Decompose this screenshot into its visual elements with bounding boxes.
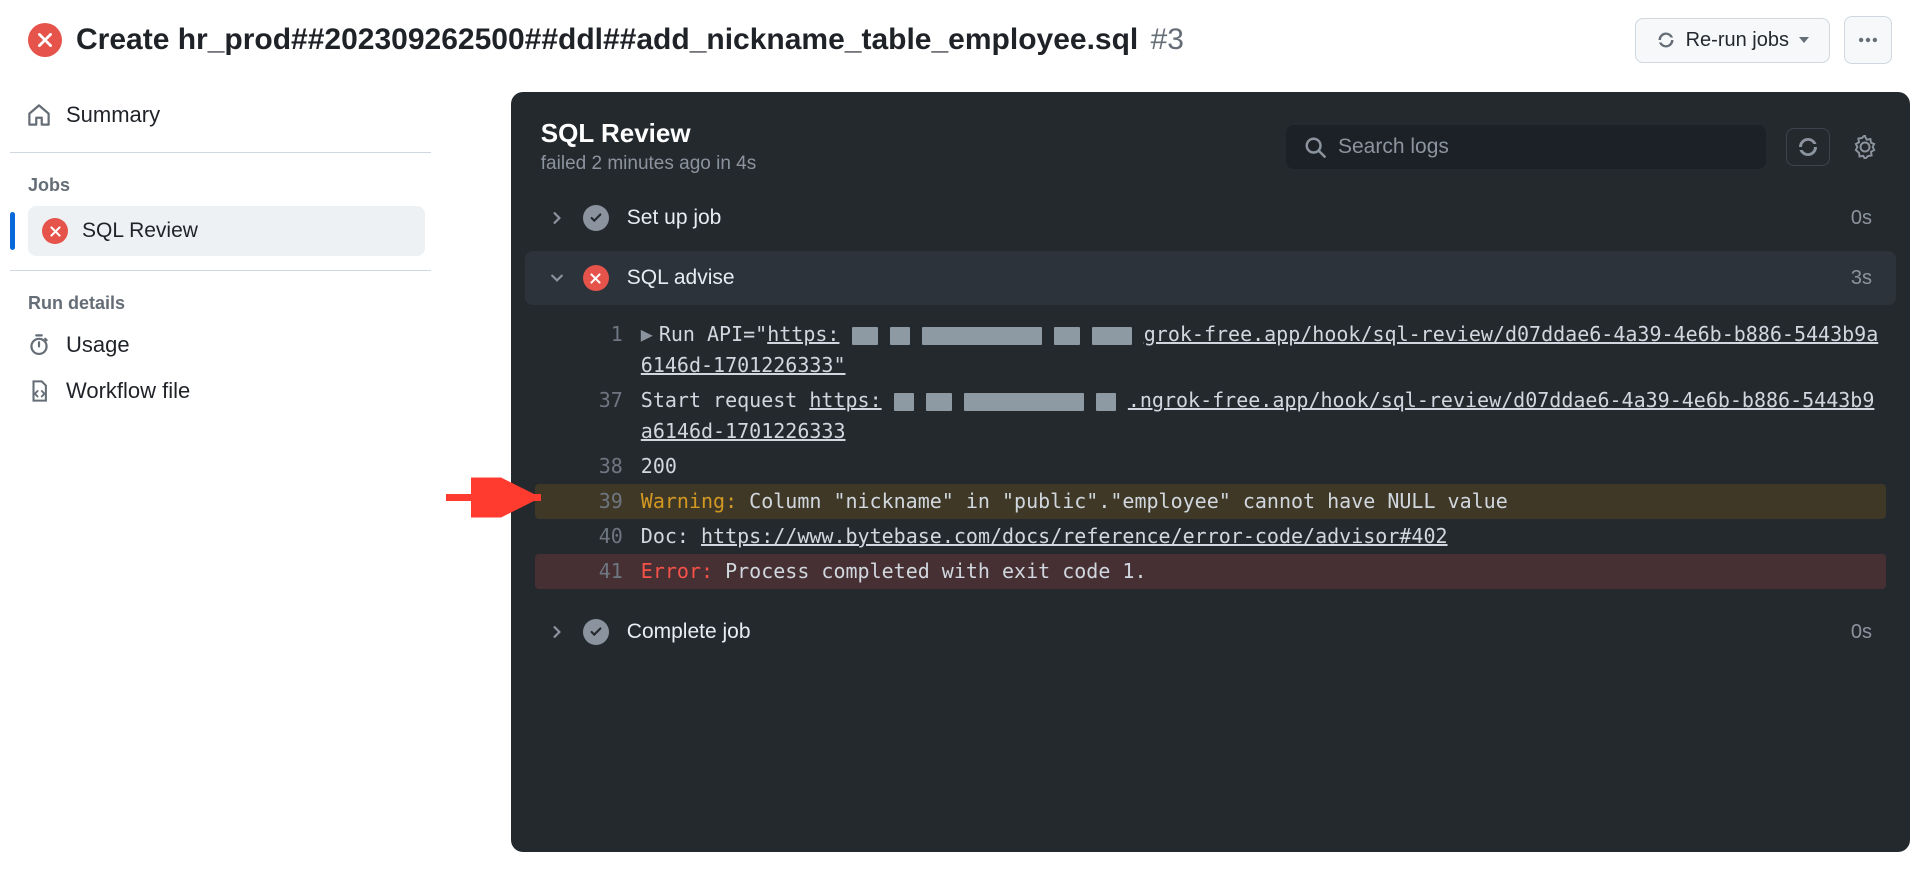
log-line: 1 ▶Run API="https: grok-free.app/hook/sql… <box>535 317 1886 383</box>
file-code-icon <box>28 380 50 402</box>
line-number: 39 <box>575 486 623 517</box>
run-title-text: Create hr_prod##202309262500##ddl##add_n… <box>76 23 1138 56</box>
sidebar-usage[interactable]: Usage <box>10 322 431 368</box>
run-header: Create hr_prod##202309262500##ddl##add_n… <box>0 0 1920 92</box>
stopwatch-icon <box>28 334 50 356</box>
log-text: 200 <box>641 451 1886 482</box>
log-line: 41 Error: Process completed with exit cod… <box>535 554 1886 589</box>
log-text: Start request https: .ngrok-free.app/hoo… <box>641 385 1886 447</box>
sidebar-job-label: SQL Review <box>82 219 198 243</box>
panel-title: SQL Review <box>541 118 756 149</box>
refresh-logs-button[interactable] <box>1786 128 1830 166</box>
line-number: 37 <box>575 385 623 416</box>
home-icon <box>28 104 50 126</box>
log-text: Error: Process completed with exit code … <box>641 556 1886 587</box>
step-label: Complete job <box>627 620 1833 644</box>
log-line: 39 Warning: Column "nickname" in "public"… <box>535 484 1886 519</box>
status-success-icon <box>583 619 609 645</box>
line-number: 38 <box>575 451 623 482</box>
log-line: 40 Doc: https://www.bytebase.com/docs/ref… <box>535 519 1886 554</box>
caret-down-icon <box>1799 37 1809 43</box>
rerun-jobs-label: Re-run jobs <box>1686 29 1789 52</box>
chevron-down-icon <box>549 272 565 284</box>
step-complete-job[interactable]: Complete job 0s <box>525 605 1896 659</box>
kebab-menu-button[interactable] <box>1844 16 1892 64</box>
status-success-icon <box>583 205 609 231</box>
step-setup-job[interactable]: Set up job 0s <box>525 191 1896 245</box>
sidebar: Summary Jobs SQL Review Run details Usag… <box>10 92 511 852</box>
step-label: SQL advise <box>627 266 1833 290</box>
sidebar-workflow-label: Workflow file <box>66 378 190 404</box>
search-logs-input[interactable]: Search logs <box>1286 125 1766 169</box>
step-duration: 0s <box>1851 621 1872 644</box>
status-fail-icon <box>583 265 609 291</box>
sync-icon <box>1796 135 1820 159</box>
log-line: 38 200 <box>535 449 1886 484</box>
header-actions: Re-run jobs <box>1635 16 1892 64</box>
log-text: Warning: Column "nickname" in "public"."… <box>641 486 1886 517</box>
search-icon <box>1304 136 1326 158</box>
settings-button[interactable] <box>1850 132 1880 162</box>
step-label: Set up job <box>627 206 1833 230</box>
search-placeholder: Search logs <box>1338 135 1449 159</box>
step-duration: 3s <box>1851 267 1872 290</box>
line-number: 40 <box>575 521 623 552</box>
step-sql-advise[interactable]: SQL advise 3s <box>525 251 1896 305</box>
step-duration: 0s <box>1851 207 1872 230</box>
panel-subtitle: failed 2 minutes ago in 4s <box>541 153 756 175</box>
log-text: Doc: https://www.bytebase.com/docs/refer… <box>641 521 1886 552</box>
run-details-heading: Run details <box>10 285 431 322</box>
sidebar-usage-label: Usage <box>66 332 130 358</box>
log-text: ▶Run API="https: grok-free.app/hook/sql-… <box>641 319 1886 381</box>
kebab-icon <box>1857 29 1879 51</box>
sidebar-summary[interactable]: Summary <box>10 92 431 138</box>
sync-icon <box>1656 30 1676 50</box>
chevron-right-icon <box>549 212 565 224</box>
rerun-jobs-button[interactable]: Re-run jobs <box>1635 18 1830 63</box>
sidebar-workflow-file[interactable]: Workflow file <box>10 368 431 414</box>
sidebar-summary-label: Summary <box>66 102 160 128</box>
line-number: 41 <box>575 556 623 587</box>
line-number: 1 <box>575 319 623 350</box>
log-panel: SQL Review failed 2 minutes ago in 4s Se… <box>511 92 1910 852</box>
run-title: Create hr_prod##202309262500##ddl##add_n… <box>76 22 1635 58</box>
chevron-right-icon <box>549 626 565 638</box>
run-status-badge <box>28 23 62 57</box>
divider <box>10 152 431 153</box>
fail-icon <box>28 23 62 57</box>
divider <box>10 270 431 271</box>
log-line: 37 Start request https: .ngrok-free.app/h… <box>535 383 1886 449</box>
gear-icon <box>1853 135 1877 159</box>
log-body: 1 ▶Run API="https: grok-free.app/hook/sql… <box>511 311 1910 599</box>
fail-icon <box>42 218 68 244</box>
jobs-heading: Jobs <box>10 167 431 204</box>
run-number: #3 <box>1151 23 1184 56</box>
sidebar-job-sql-review[interactable]: SQL Review <box>28 206 425 256</box>
